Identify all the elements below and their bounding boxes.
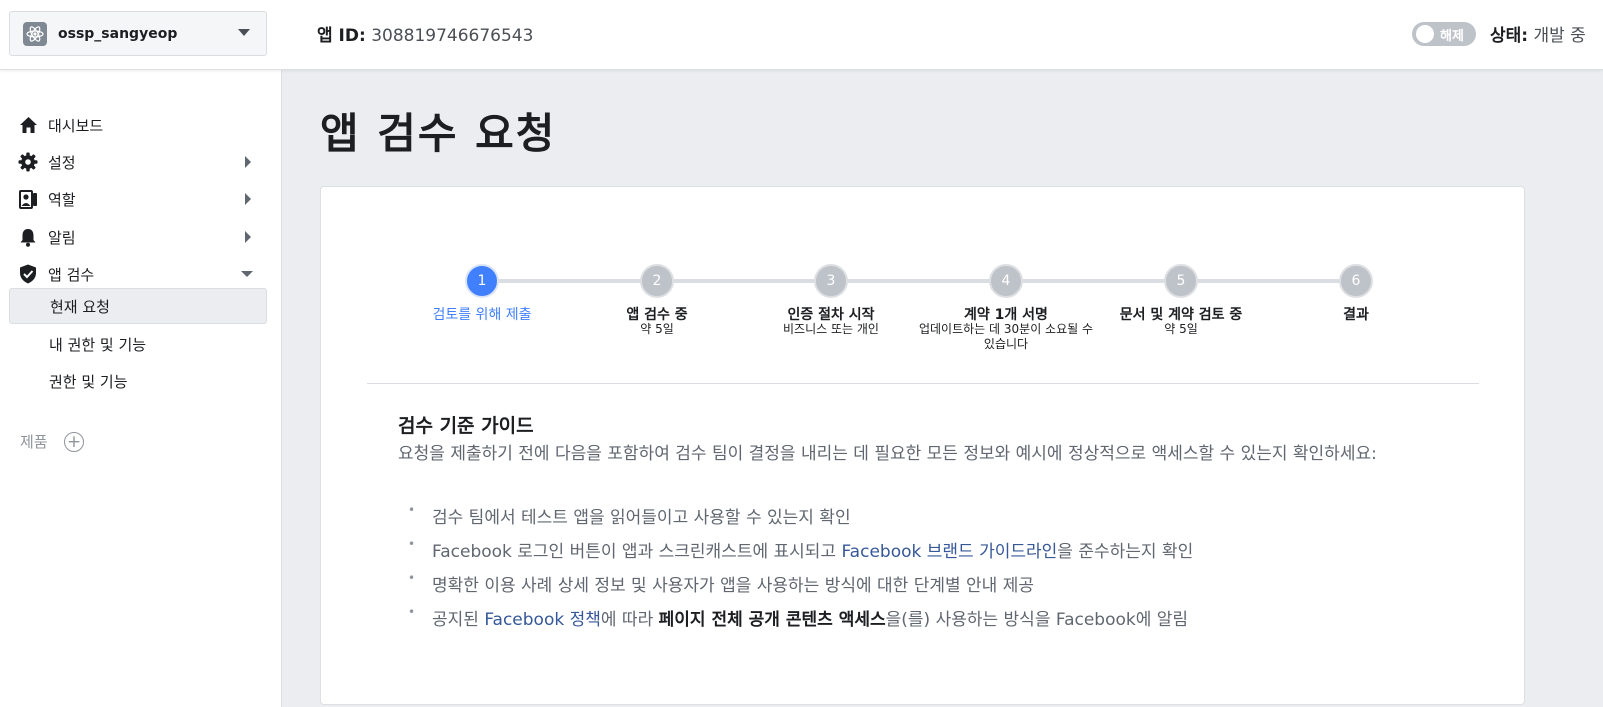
shield-check-icon [18, 264, 38, 284]
bullet-text: 을 준수하는지 확인 [1057, 542, 1194, 562]
app-id-label: 앱 ID: [317, 26, 366, 46]
sidebar-subitem-my-permissions[interactable]: 내 권한 및 기능 [9, 326, 267, 362]
chevron-right-icon [245, 193, 251, 205]
step-6-circle: 6 [1339, 264, 1373, 298]
sidebar: 대시보드 설정 역할 알림 앱 검수 현재 요청 내 권한 및 기능 권한 및 … [0, 70, 282, 707]
sidebar-item-app-review[interactable]: 앱 검수 [0, 257, 282, 291]
app-id: 앱 ID: 308819746676543 [317, 21, 533, 46]
sidebar-item-label: 설정 [48, 153, 76, 172]
caret-down-icon [238, 29, 250, 36]
home-icon [18, 115, 38, 135]
step-4-subtitle: 업데이트하는 데 30분이 소요될 수 있습니다 [918, 322, 1094, 351]
facebook-policy-link[interactable]: Facebook 정책 [484, 610, 601, 630]
gear-icon [18, 152, 38, 172]
step-3-subtitle: 비즈니스 또는 개인 [783, 322, 879, 336]
app-name: ossp_sangyeop [58, 25, 178, 42]
step-4-circle: 4 [989, 264, 1023, 298]
products-label: 제품 [20, 433, 48, 451]
sidebar-subitem-current-request[interactable]: 현재 요청 [9, 288, 267, 324]
step-5-subtitle: 약 5일 [1164, 322, 1198, 336]
roles-icon [18, 189, 38, 209]
sidebar-item-roles[interactable]: 역할 [0, 182, 282, 216]
guide-bullet: 검수 팀에서 테스트 앱을 읽어들이고 사용할 수 있는지 확인 [408, 503, 851, 528]
progress-line [486, 279, 1356, 283]
add-product-icon[interactable]: + [64, 432, 84, 452]
step-1-title: 검토를 위해 제출 [432, 307, 532, 323]
step-5-title: 문서 및 계약 검토 중 [1119, 307, 1243, 323]
step-4-title: 계약 1개 서명 [964, 307, 1048, 323]
section-divider [367, 383, 1479, 384]
sidebar-subitem-permissions-features[interactable]: 권한 및 기능 [9, 363, 267, 399]
sidebar-item-label: 알림 [48, 228, 76, 247]
step-6-title: 결과 [1343, 307, 1369, 323]
app-status: 상태: 개발 중 [1490, 21, 1586, 46]
app-id-value: 308819746676543 [371, 26, 534, 46]
sidebar-item-label: 대시보드 [48, 116, 104, 135]
review-request-card: 1 검토를 위해 제출 2 앱 검수 중 약 5일 3 인증 절차 시작 비즈니… [320, 186, 1525, 705]
brand-guidelines-link[interactable]: Facebook 브랜드 가이드라인 [841, 542, 1057, 562]
app-icon [23, 21, 47, 46]
status-value: 개발 중 [1533, 26, 1586, 46]
guide-description: 요청을 제출하기 전에 다음을 포함하여 검수 팀이 결정을 내리는 데 필요한… [398, 444, 1377, 464]
step-1-circle: 1 [465, 264, 499, 298]
guide-bullet: Facebook 로그인 버튼이 앱과 스크린캐스트에 표시되고 Faceboo… [408, 537, 1194, 562]
status-label: 상태: [1490, 26, 1529, 46]
page-title: 앱 검수 요청 [320, 109, 557, 158]
app-selector-dropdown[interactable]: ossp_sangyeop [9, 11, 267, 56]
bullet-text: 명확한 이용 사례 상세 정보 및 사용자가 앱을 사용하는 방식에 대한 단계… [432, 576, 1035, 596]
toggle-label: 해제 [1440, 28, 1464, 44]
step-3-circle: 3 [814, 264, 848, 298]
sidebar-item-label: 앱 검수 [48, 265, 95, 284]
chevron-right-icon [245, 156, 251, 168]
bullet-emphasis: 페이지 전체 공개 콘텐츠 액세스 [658, 610, 886, 630]
step-5-circle: 5 [1164, 264, 1198, 298]
toggle-knob [1416, 25, 1434, 43]
bullet-text: 을(를) 사용하는 방식을 Facebook에 알림 [885, 610, 1189, 630]
step-2-subtitle: 약 5일 [640, 322, 674, 336]
bullet-text: 검수 팀에서 테스트 앱을 읽어들이고 사용할 수 있는지 확인 [432, 508, 851, 528]
sidebar-item-label: 역할 [48, 190, 76, 209]
step-3-title: 인증 절차 시작 [787, 307, 875, 323]
sidebar-item-alerts[interactable]: 알림 [0, 220, 282, 254]
live-mode-toggle[interactable]: 해제 [1412, 22, 1476, 46]
chevron-right-icon [245, 231, 251, 243]
step-2-circle: 2 [640, 264, 674, 298]
bullet-text: Facebook 로그인 버튼이 앱과 스크린캐스트에 표시되고 [432, 542, 842, 562]
bullet-text: 에 따라 [600, 610, 659, 630]
sidebar-item-settings[interactable]: 설정 [0, 145, 282, 179]
guide-bullet: 공지된 Facebook 정책에 따라 페이지 전체 공개 콘텐츠 액세스을(를… [408, 605, 1189, 630]
top-bar: ossp_sangyeop 앱 ID: 308819746676543 해제 상… [0, 0, 1603, 70]
bullet-text: 공지된 [432, 610, 485, 630]
bell-icon [18, 227, 38, 247]
guide-title: 검수 기준 가이드 [398, 415, 534, 437]
chevron-down-icon [241, 271, 253, 277]
step-2-title: 앱 검수 중 [626, 307, 688, 323]
sidebar-item-dashboard[interactable]: 대시보드 [0, 108, 282, 142]
guide-bullet: 명확한 이용 사례 상세 정보 및 사용자가 앱을 사용하는 방식에 대한 단계… [408, 571, 1035, 596]
